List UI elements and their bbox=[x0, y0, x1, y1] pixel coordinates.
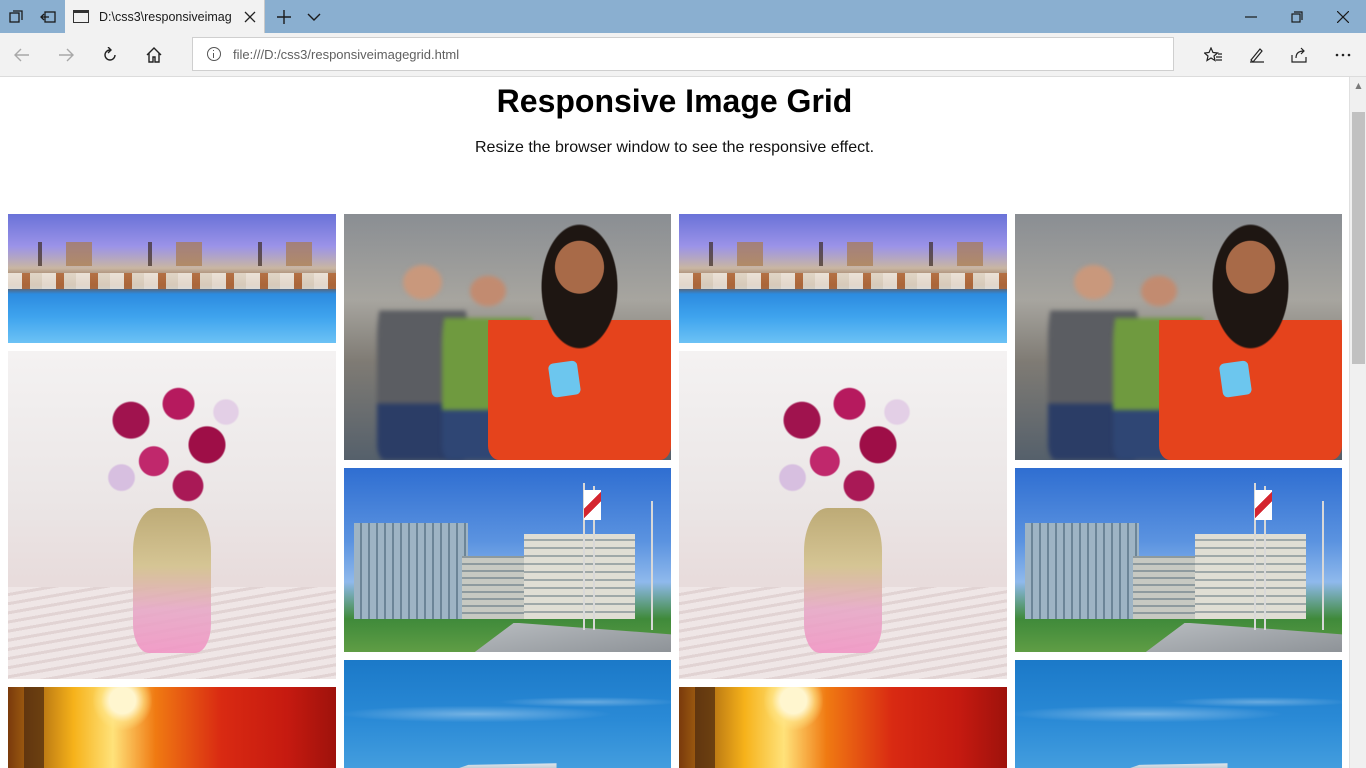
home-icon[interactable] bbox=[137, 38, 171, 72]
close-icon[interactable] bbox=[1320, 0, 1366, 33]
vertical-scrollbar[interactable]: ▲ bbox=[1349, 77, 1366, 768]
tab-active[interactable]: D:\css3\responsiveimag bbox=[65, 0, 265, 33]
navigation-bar: file:///D:/css3/responsiveimagegrid.html bbox=[0, 33, 1366, 77]
tab-list-icon[interactable] bbox=[0, 0, 32, 33]
close-icon[interactable] bbox=[237, 0, 265, 33]
teen-girls-phone-photo bbox=[1015, 214, 1342, 460]
blue-sky-building-photo bbox=[1015, 660, 1342, 768]
blue-sky-building-photo bbox=[344, 660, 671, 768]
minimize-icon[interactable] bbox=[1228, 0, 1274, 33]
autumn-tree-photo bbox=[8, 687, 336, 768]
scroll-up-arrow-icon[interactable]: ▲ bbox=[1350, 77, 1366, 94]
address-url[interactable]: file:///D:/css3/responsiveimagegrid.html bbox=[233, 47, 459, 62]
share-icon[interactable] bbox=[1282, 38, 1316, 72]
tab-title: D:\css3\responsiveimag bbox=[99, 9, 232, 24]
favorites-icon[interactable] bbox=[1196, 38, 1230, 72]
restore-icon[interactable] bbox=[1274, 0, 1320, 33]
page-title: Responsive Image Grid bbox=[496, 83, 853, 119]
page-icon bbox=[73, 10, 89, 23]
flower-bouquet-photo bbox=[679, 351, 1007, 679]
refresh-icon[interactable] bbox=[93, 38, 127, 72]
tab-menu-chevron-icon[interactable] bbox=[298, 0, 330, 33]
info-icon[interactable] bbox=[207, 47, 221, 61]
browser-titlebar: D:\css3\responsiveimag bbox=[0, 0, 1366, 33]
resort-pool-photo bbox=[679, 214, 1007, 343]
set-aside-tabs-icon[interactable] bbox=[32, 0, 64, 33]
flower-bouquet-photo bbox=[8, 351, 336, 679]
autumn-tree-photo bbox=[679, 687, 1007, 768]
scrollbar-thumb[interactable] bbox=[1352, 112, 1365, 364]
back-arrow-icon[interactable] bbox=[5, 38, 39, 72]
page-content: Responsive Image Grid Resize the browser… bbox=[0, 77, 1349, 768]
forward-arrow-icon[interactable] bbox=[49, 38, 83, 72]
more-icon[interactable] bbox=[1326, 38, 1360, 72]
address-bar[interactable]: file:///D:/css3/responsiveimagegrid.html bbox=[192, 37, 1174, 71]
teen-girls-phone-photo bbox=[344, 214, 671, 460]
pen-icon[interactable] bbox=[1240, 38, 1274, 72]
office-building-flags-photo bbox=[344, 468, 671, 652]
page-subtitle: Resize the browser window to see the res… bbox=[474, 139, 875, 156]
office-building-flags-photo bbox=[1015, 468, 1342, 652]
new-tab-icon[interactable] bbox=[268, 0, 300, 33]
resort-pool-photo bbox=[8, 214, 336, 343]
